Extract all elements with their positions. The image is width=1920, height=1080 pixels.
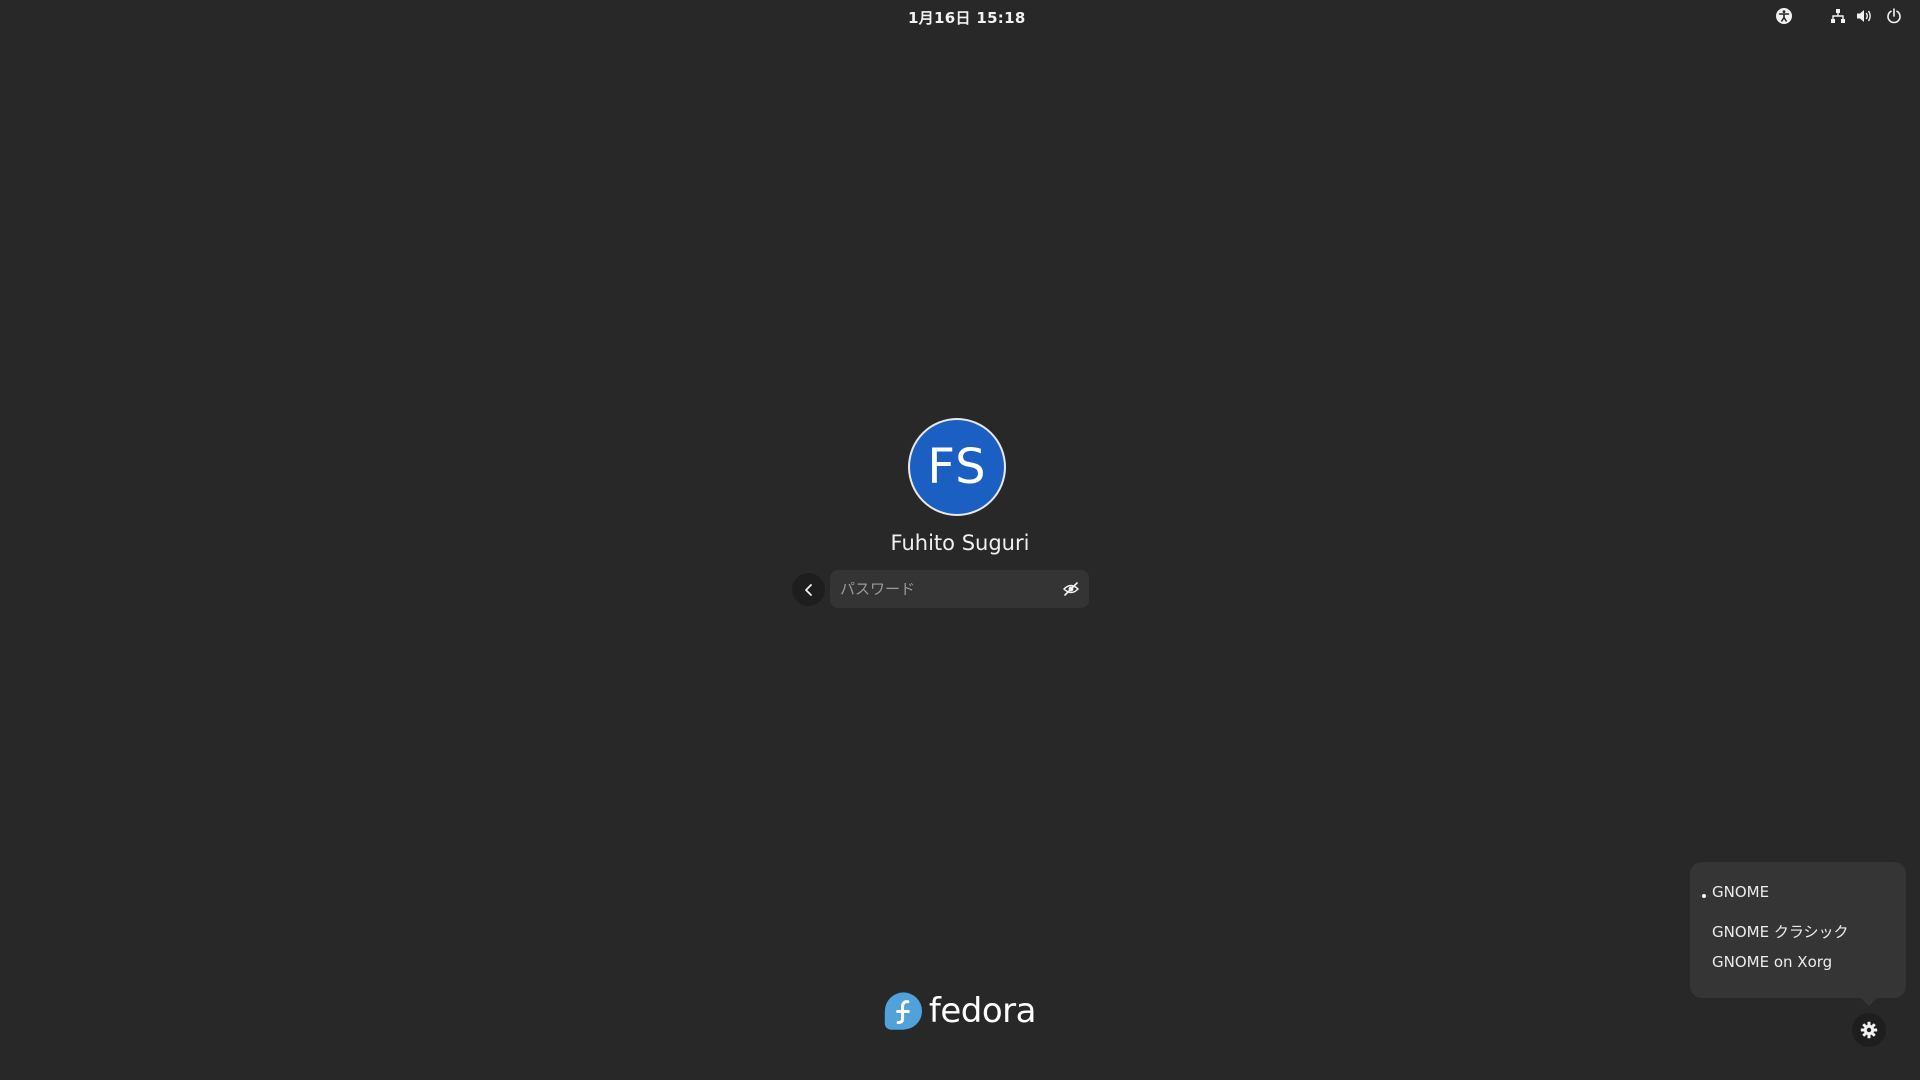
back-button[interactable] [792, 573, 825, 606]
fedora-wordmark: fedora [928, 991, 1037, 1031]
reveal-password-icon[interactable] [1062, 580, 1080, 598]
selected-session-dot [1702, 894, 1706, 898]
session-item-gnome-xorg[interactable]: GNOME on Xorg [1712, 953, 1832, 971]
fedora-logo: fedora [884, 988, 1037, 1034]
chevron-left-icon [804, 583, 812, 596]
power-icon[interactable] [1884, 6, 1904, 26]
session-menu-pointer [1859, 996, 1879, 1006]
session-item-gnome-classic[interactable]: GNOME クラシック [1712, 921, 1849, 942]
user-avatar: FS [910, 420, 1004, 514]
gear-icon [1860, 1021, 1878, 1039]
session-item-gnome[interactable]: GNOME [1712, 883, 1769, 901]
session-settings-button[interactable] [1852, 1013, 1886, 1047]
volume-icon[interactable] [1855, 6, 1875, 26]
password-input[interactable] [840, 570, 1040, 608]
password-field[interactable] [830, 570, 1089, 608]
login-screen: 1月16日 15:18 FS Fuhito Suguri fedora GNOM… [0, 0, 1920, 1080]
fedora-mark-icon [884, 992, 923, 1030]
top-bar: 1月16日 15:18 [0, 0, 1920, 32]
clock[interactable]: 1月16日 15:18 [908, 7, 1026, 28]
avatar-initials: FS [927, 439, 987, 495]
accessibility-icon[interactable] [1774, 6, 1794, 26]
session-menu: GNOME GNOME クラシック GNOME on Xorg [1690, 862, 1906, 998]
user-name: Fuhito Suguri [890, 531, 1030, 555]
network-wired-icon[interactable] [1828, 6, 1848, 26]
